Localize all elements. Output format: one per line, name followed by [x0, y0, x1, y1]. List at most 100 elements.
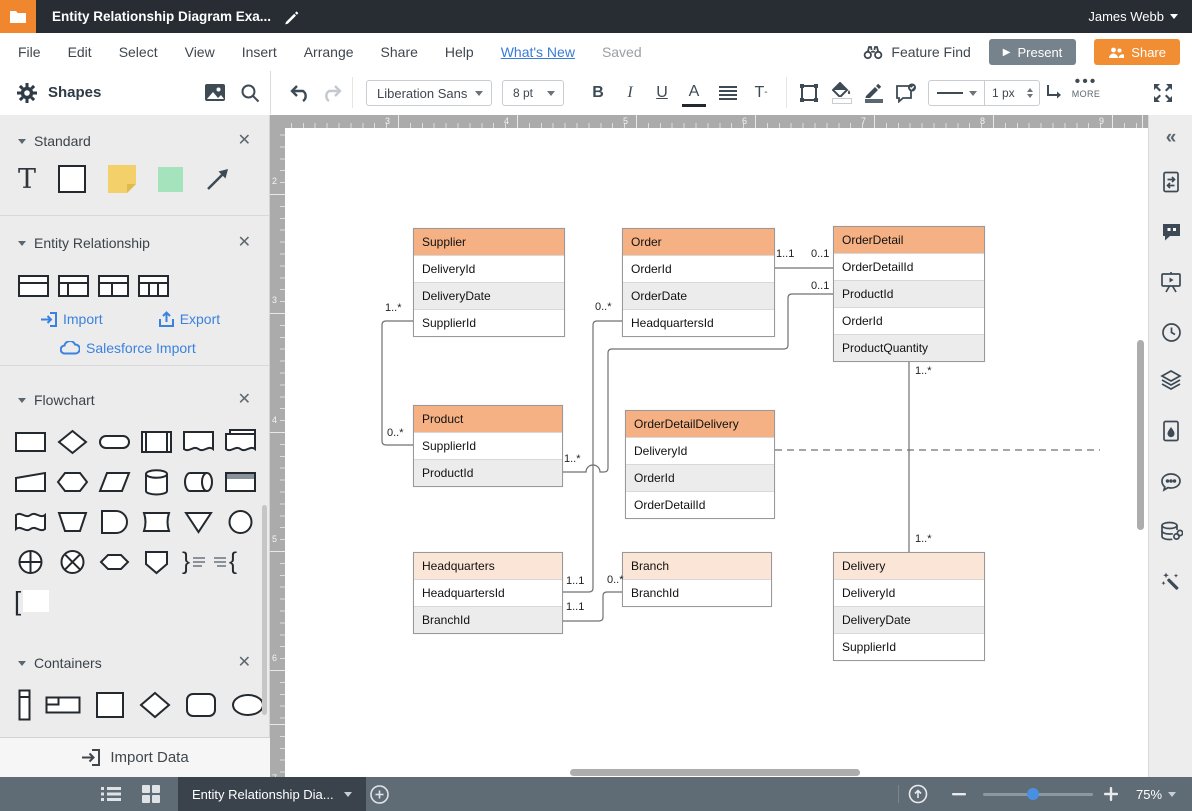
- add-page-icon[interactable]: [364, 777, 394, 811]
- zoom-in-button[interactable]: [1098, 777, 1124, 811]
- salesforce-import-link[interactable]: Salesforce Import: [60, 340, 196, 356]
- menu-view[interactable]: View: [185, 44, 215, 60]
- ellipse-container-shape[interactable]: [231, 693, 265, 717]
- manual-input-shape[interactable]: [14, 468, 47, 496]
- search-shapes-icon[interactable]: [240, 83, 260, 103]
- vertical-container-shape[interactable]: [18, 689, 31, 721]
- document-title[interactable]: Entity Relationship Diagram Exa...: [52, 9, 271, 24]
- line-color-pencil-icon[interactable]: [860, 71, 888, 114]
- collapse-triangle-icon[interactable]: [18, 398, 26, 403]
- zoom-slider-thumb[interactable]: [1027, 788, 1039, 800]
- zoom-level-dropdown[interactable]: 75%: [1128, 777, 1184, 811]
- database-cylinder-shape[interactable]: [140, 468, 173, 496]
- horizontal-container-shape[interactable]: [45, 696, 81, 714]
- page-tab[interactable]: Entity Relationship Dia...: [178, 777, 366, 811]
- diamond-container-shape[interactable]: [139, 691, 171, 719]
- menu-share[interactable]: Share: [381, 44, 418, 60]
- share-button[interactable]: Share: [1094, 39, 1180, 65]
- magic-wand-icon[interactable]: [1149, 567, 1192, 597]
- fill-color-bucket-icon[interactable]: [828, 71, 856, 114]
- fit-to-screen-icon[interactable]: [904, 777, 932, 811]
- connector-circle-shape[interactable]: [224, 508, 257, 536]
- loop-limit-shape[interactable]: [98, 548, 131, 576]
- rename-pencil-icon[interactable]: [283, 9, 299, 25]
- shape-frame-icon[interactable]: [796, 71, 822, 114]
- process-rect-shape[interactable]: [14, 428, 47, 456]
- internal-storage-shape[interactable]: [224, 468, 257, 496]
- text-options-button[interactable]: T-: [748, 71, 774, 114]
- brace-left-annotation-shape[interactable]: {: [214, 550, 237, 574]
- data-parallelogram-shape[interactable]: [98, 468, 131, 496]
- menu-select[interactable]: Select: [119, 44, 158, 60]
- present-button[interactable]: ▶ Present: [989, 39, 1077, 65]
- home-folder-button[interactable]: [0, 0, 36, 33]
- entity-OrderDetailDelivery[interactable]: OrderDetailDeliveryDeliveryIdOrderIdOrde…: [625, 410, 775, 519]
- bold-button[interactable]: B: [586, 71, 610, 114]
- layers-icon[interactable]: [1149, 365, 1192, 395]
- line-width-stepper[interactable]: [1027, 88, 1033, 98]
- square-container-shape[interactable]: [95, 691, 125, 719]
- entity-Supplier[interactable]: SupplierDeliveryIdDeliveryDateSupplierId: [413, 228, 565, 337]
- terminator-shape[interactable]: [98, 428, 131, 456]
- entity-Delivery[interactable]: DeliveryDeliveryIdDeliveryDateSupplierId: [833, 552, 985, 661]
- redo-button[interactable]: [318, 71, 346, 114]
- history-clock-icon[interactable]: [1149, 317, 1192, 347]
- er-import-link[interactable]: Import: [40, 311, 103, 327]
- import-data-button[interactable]: Import Data: [0, 737, 270, 777]
- font-size-dropdown[interactable]: 8 pt: [502, 80, 564, 106]
- entity-OrderDetail[interactable]: OrderDetailOrderDetailIdProductIdOrderId…: [833, 226, 985, 362]
- green-square-shape[interactable]: [158, 167, 183, 192]
- comments-chat-icon[interactable]: [1149, 467, 1192, 497]
- er-export-link[interactable]: Export: [159, 311, 220, 327]
- er-entity-shape[interactable]: [18, 275, 49, 297]
- er-entity-2col-center-shape[interactable]: [98, 275, 129, 297]
- display-card-shape[interactable]: [140, 508, 173, 536]
- direct-access-storage-shape[interactable]: [182, 468, 215, 496]
- fullscreen-icon[interactable]: [1148, 71, 1178, 114]
- close-section-icon[interactable]: ✕: [238, 392, 251, 408]
- data-linking-icon[interactable]: [1149, 517, 1192, 547]
- er-entity-2col-shape[interactable]: [58, 275, 89, 297]
- preparation-hexagon-shape[interactable]: [56, 468, 89, 496]
- collapse-triangle-icon[interactable]: [18, 661, 26, 666]
- menu-insert[interactable]: Insert: [242, 44, 277, 60]
- whats-new-link[interactable]: What's New: [501, 44, 575, 60]
- off-page-connector-shape[interactable]: [140, 548, 173, 576]
- sidebar-scrollbar[interactable]: [262, 505, 267, 715]
- predefined-process-shape[interactable]: [140, 428, 173, 456]
- menu-arrange[interactable]: Arrange: [304, 44, 354, 60]
- page-grid-icon[interactable]: [136, 777, 166, 811]
- line-arrow-shape[interactable]: [205, 166, 231, 192]
- document-shape[interactable]: [182, 428, 215, 456]
- zoom-slider[interactable]: [982, 777, 1094, 811]
- present-slides-icon[interactable]: [1149, 267, 1192, 297]
- text-shape[interactable]: T: [18, 166, 36, 193]
- line-style-group[interactable]: 1 px: [928, 80, 1040, 106]
- collapse-triangle-icon[interactable]: [18, 241, 26, 246]
- summing-junction-shape[interactable]: [56, 548, 89, 576]
- diagram-canvas[interactable]: 3456789 234567 SupplierDeliveryIdDeliver…: [270, 115, 1148, 777]
- sticky-note-shape[interactable]: [108, 165, 136, 193]
- rounded-container-shape[interactable]: [185, 692, 217, 718]
- text-bracket-shape[interactable]: [: [14, 588, 49, 614]
- delay-shape[interactable]: [98, 508, 131, 536]
- rectangle-shape[interactable]: [58, 165, 86, 193]
- canvas-vertical-scrollbar[interactable]: [1137, 340, 1144, 530]
- merge-triangle-shape[interactable]: [182, 508, 215, 536]
- entity-Product[interactable]: ProductSupplierIdProductId: [413, 405, 563, 487]
- theme-styles-icon[interactable]: [1149, 416, 1192, 446]
- notes-quote-icon[interactable]: [1149, 217, 1192, 247]
- entity-Branch[interactable]: BranchBranchId: [622, 552, 772, 607]
- brace-right-annotation-shape[interactable]: }: [182, 550, 205, 574]
- page-settings-icon[interactable]: [1149, 167, 1192, 197]
- insert-image-icon[interactable]: [204, 83, 226, 102]
- user-account-menu[interactable]: James Webb: [1088, 0, 1178, 33]
- decision-diamond-shape[interactable]: [56, 428, 89, 456]
- page-list-icon[interactable]: [96, 777, 126, 811]
- canvas-horizontal-scrollbar[interactable]: [570, 769, 860, 776]
- text-align-button[interactable]: [716, 71, 740, 114]
- font-family-dropdown[interactable]: Liberation Sans: [366, 80, 492, 106]
- more-tools-button[interactable]: ••• MORE: [1066, 75, 1106, 99]
- close-section-icon[interactable]: ✕: [238, 655, 251, 671]
- menu-file[interactable]: File: [18, 44, 41, 60]
